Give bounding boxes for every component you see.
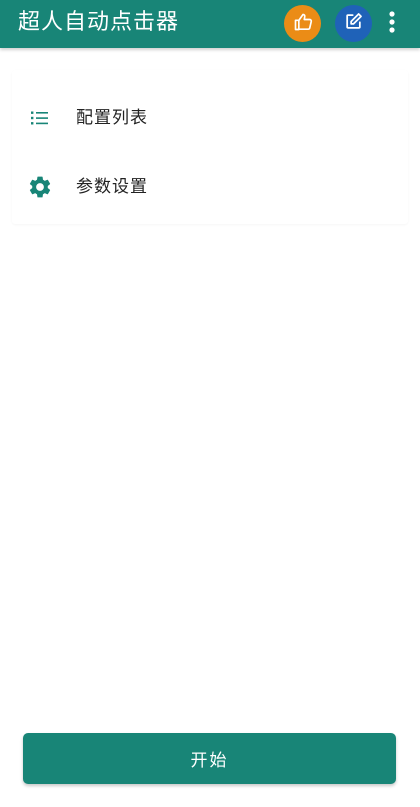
start-button[interactable]: 开始: [23, 733, 396, 784]
menu-item-label: 参数设置: [76, 177, 148, 197]
edit-button[interactable]: [335, 5, 372, 42]
menu-item-label: 配置列表: [76, 108, 148, 128]
list-icon: [26, 104, 54, 132]
more-vertical-icon: [388, 10, 396, 38]
menu-card: 配置列表 参数设置: [12, 70, 408, 224]
app-bar: 超人自动点击器: [0, 0, 420, 48]
like-button[interactable]: [284, 5, 321, 42]
more-menu-button[interactable]: [382, 9, 402, 39]
app-screen: 超人自动点击器 配置列表 参数设置 开始: [0, 0, 420, 807]
gear-icon: [26, 173, 54, 201]
app-title: 超人自动点击器: [18, 10, 180, 35]
edit-icon: [344, 12, 363, 35]
menu-item-parameter-settings[interactable]: 参数设置: [12, 159, 408, 215]
thumbs-up-icon: [293, 12, 313, 36]
menu-item-config-list[interactable]: 配置列表: [12, 90, 408, 146]
